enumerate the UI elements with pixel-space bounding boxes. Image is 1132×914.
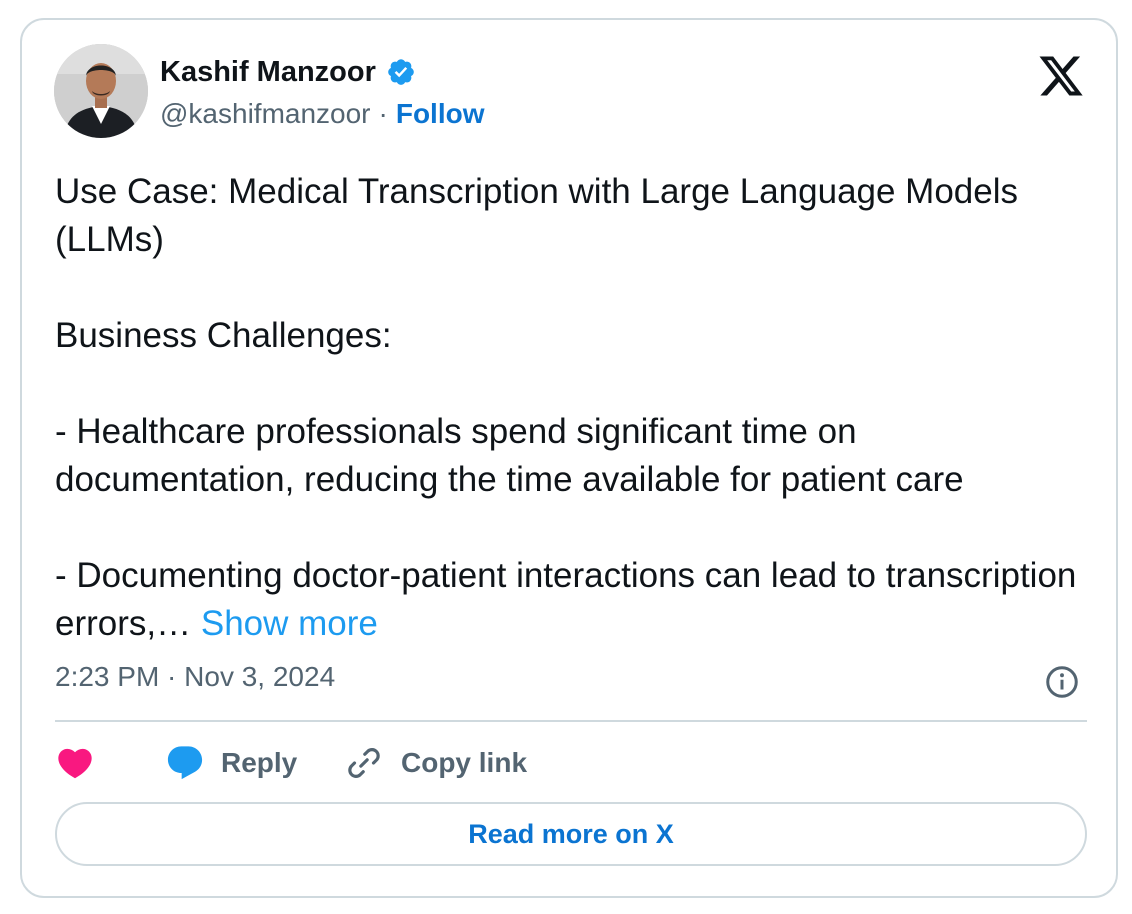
show-more-link[interactable]: Show more: [201, 604, 378, 643]
speech-bubble-icon: [165, 743, 205, 783]
link-icon: [345, 744, 383, 782]
tweet-embed-card: Kashif Manzoor @kashifmanzoor · Follow U…: [20, 18, 1118, 898]
tweet-text: Use Case: Medical Transcription with Lar…: [55, 168, 1105, 648]
tweet-bullet-2-line: - Documenting doctor-patient interaction…: [55, 552, 1105, 648]
handle-separator: ·: [378, 98, 388, 129]
info-icon[interactable]: [1044, 664, 1080, 700]
copy-link-label: Copy link: [401, 747, 528, 778]
action-bar: Reply Copy link: [55, 738, 527, 788]
tweet-bullet-1: - Healthcare professionals spend signifi…: [55, 412, 964, 499]
follow-button[interactable]: Follow: [396, 98, 485, 130]
x-logo-icon[interactable]: [1036, 52, 1086, 100]
avatar[interactable]: [54, 44, 148, 138]
verified-badge-icon: [386, 57, 416, 87]
copy-link-button[interactable]: Copy link: [345, 744, 527, 782]
divider: [55, 720, 1087, 722]
read-more-label: Read more on X: [468, 818, 674, 849]
heart-icon: [55, 743, 95, 783]
tweet-section-heading: Business Challenges:: [55, 316, 392, 355]
author-handle[interactable]: @kashifmanzoor: [160, 98, 371, 130]
author-name[interactable]: Kashif Manzoor: [160, 56, 376, 89]
read-more-button[interactable]: Read more on X: [55, 802, 1087, 866]
author-name-row: Kashif Manzoor: [160, 54, 416, 90]
reply-label: Reply: [221, 747, 298, 778]
tweet-title-line: Use Case: Medical Transcription with Lar…: [55, 172, 1019, 259]
author-handle-row: @kashifmanzoor · Follow: [160, 96, 485, 132]
tweet-timestamp[interactable]: 2:23 PM · Nov 3, 2024: [55, 661, 335, 693]
like-button[interactable]: [55, 743, 165, 783]
reply-button[interactable]: Reply: [165, 743, 345, 783]
